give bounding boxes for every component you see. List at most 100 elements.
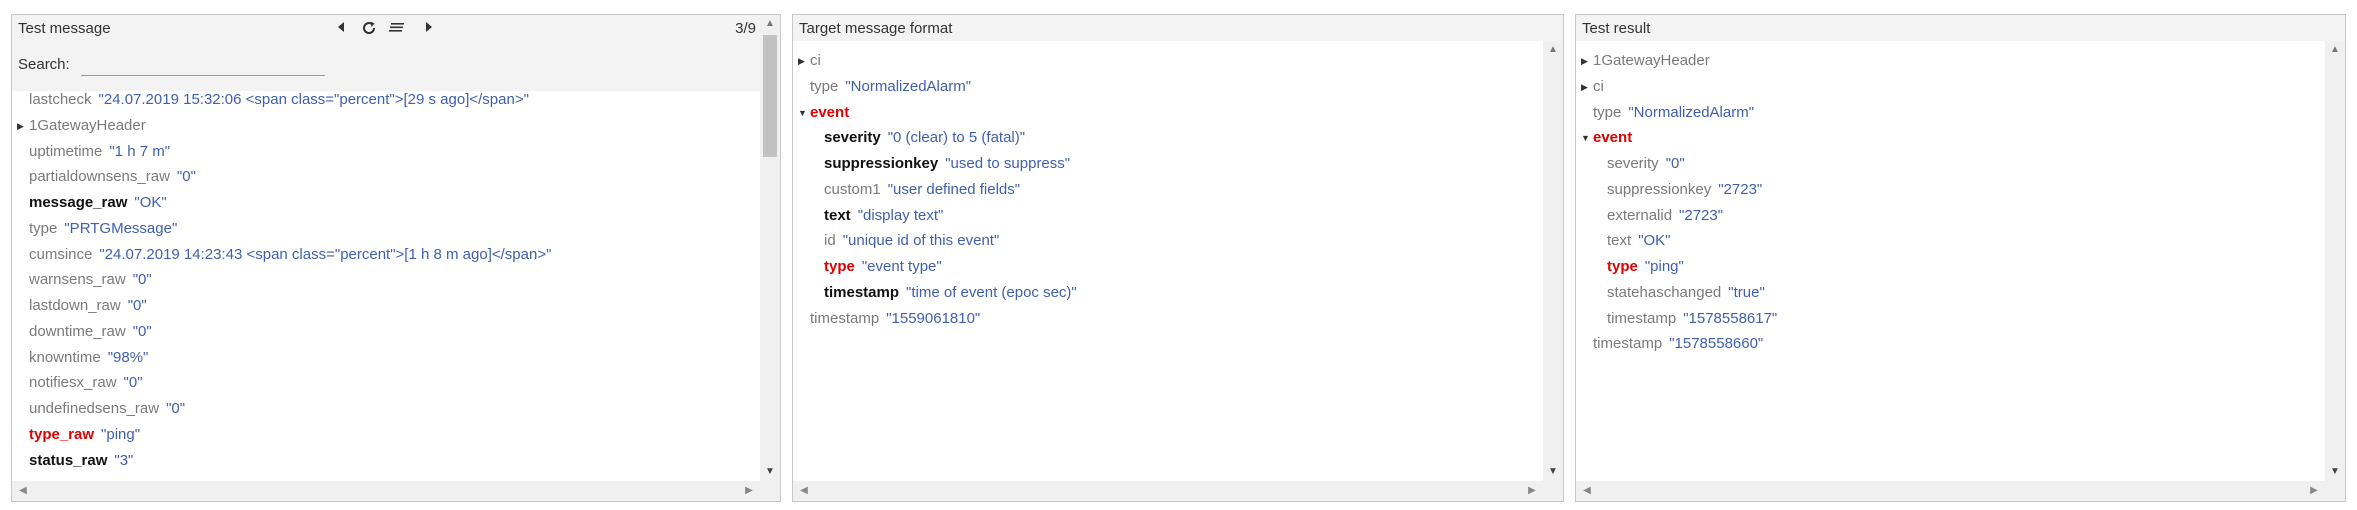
tree-row: partialdownsens_raw "0" xyxy=(29,165,196,189)
tree-row: uptimetime "1 h 7 m" xyxy=(29,140,170,164)
tree-value: "0" xyxy=(123,374,143,392)
tree-row[interactable]: ▼ event xyxy=(798,101,849,125)
tree-key: statehaschanged xyxy=(1607,283,1722,301)
horizontal-scrollbar[interactable]: ◀ ▶ xyxy=(12,481,760,501)
tree-row: type "NormalizedAlarm" xyxy=(810,75,971,99)
tree-key: type xyxy=(1593,103,1622,121)
tree-key: type xyxy=(810,77,839,95)
scroll-right-arrow[interactable]: ▶ xyxy=(740,481,758,501)
tree-row[interactable]: ▶ 1GatewayHeader xyxy=(17,114,146,138)
scroll-thumb[interactable] xyxy=(763,35,777,157)
tree-row: downtime_raw "0" xyxy=(29,320,152,344)
tree-value: "0" xyxy=(166,400,186,417)
tree-row: severity "0" xyxy=(1607,152,1685,176)
scroll-left-arrow[interactable]: ◀ xyxy=(795,481,813,501)
scroll-up-arrow[interactable]: ▲ xyxy=(760,15,780,33)
scroll-down-arrow[interactable]: ▼ xyxy=(760,463,780,481)
tree-key: type xyxy=(824,258,855,275)
tree-row[interactable]: ▶ ci xyxy=(1581,75,1604,99)
tree-value: "unique id of this event" xyxy=(842,232,1000,250)
scroll-left-arrow[interactable]: ◀ xyxy=(14,481,32,501)
scroll-up-arrow[interactable]: ▲ xyxy=(2325,41,2345,59)
result-tree: ▶ 1GatewayHeader ▶ ci type "NormalizedAlarm" ▼… xyxy=(1576,41,2325,481)
prev-icon[interactable] xyxy=(334,19,348,40)
message-tree: lastcheck "24.07.2019 15:32:06 <span clas… xyxy=(12,91,760,481)
scroll-corner xyxy=(760,481,780,501)
format-tree: ▶ ci type "NormalizedAlarm" ▼ event severity "0… xyxy=(793,41,1543,481)
tree-row: lastdown_raw "0" xyxy=(29,294,147,318)
tree-key: type xyxy=(29,219,58,237)
search-input[interactable] xyxy=(81,52,325,76)
scroll-right-arrow[interactable]: ▶ xyxy=(2305,481,2323,501)
tree-value: "3" xyxy=(114,451,134,469)
scroll-down-arrow[interactable]: ▼ xyxy=(2325,463,2345,481)
tree-value: "0" xyxy=(127,297,147,314)
tree-row: id "unique id of this event" xyxy=(824,229,999,253)
tree-value: "0" xyxy=(176,168,196,186)
tree-row: suppressionkey "used to suppress" xyxy=(824,152,1070,176)
horizontal-scrollbar[interactable]: ◀ ▶ xyxy=(793,481,1543,501)
format-icon[interactable] xyxy=(388,19,406,40)
tree-row: notifiesx_raw "0" xyxy=(29,371,143,395)
tree-row: message_raw "OK" xyxy=(29,191,167,215)
tree-value: "time of event (epoc sec)" xyxy=(906,283,1077,301)
tree-key: lastdown_raw xyxy=(29,297,121,314)
test-result-panel: Test result ▶ 1GatewayHeader ▶ ci type "Norma… xyxy=(1575,14,2346,502)
tree-row[interactable]: ▼ event xyxy=(1581,126,1632,150)
tree-key: lastcheck xyxy=(29,91,92,108)
tree-key: message_raw xyxy=(29,194,128,211)
tree-row: statehaschanged "true" xyxy=(1607,281,1765,305)
scroll-right-arrow[interactable]: ▶ xyxy=(1523,481,1541,501)
tree-key: cumsince xyxy=(29,245,93,263)
tree-value: "NormalizedAlarm" xyxy=(845,77,972,95)
tree-key: text xyxy=(1607,232,1632,250)
tree-row: externalid "2723" xyxy=(1607,204,1723,228)
tree-key: timestamp xyxy=(1607,309,1677,327)
panel-header: Test result xyxy=(1576,15,2345,41)
panel-title: Target message format xyxy=(799,20,953,37)
panel-title: Test message xyxy=(18,20,111,37)
scroll-left-arrow[interactable]: ◀ xyxy=(1578,481,1596,501)
tree-value: "event type" xyxy=(861,258,942,275)
tree-value: "1578558660" xyxy=(1669,335,1764,353)
tree-value: "OK" xyxy=(1638,232,1671,250)
tree-key: text xyxy=(824,206,851,224)
tree-key: id xyxy=(824,232,836,250)
vertical-scrollbar[interactable]: ▲ ▼ xyxy=(1543,41,1563,481)
horizontal-scrollbar[interactable]: ◀ ▶ xyxy=(1576,481,2325,501)
tree-row: suppressionkey "2723" xyxy=(1607,178,1762,202)
tree-row[interactable]: ▶ 1GatewayHeader xyxy=(1581,49,1710,73)
tree-row: lastcheck "24.07.2019 15:32:06 <span clas… xyxy=(29,91,529,112)
tree-key: undefinedsens_raw xyxy=(29,400,160,417)
scroll-up-arrow[interactable]: ▲ xyxy=(1543,41,1563,59)
tree-row: type "NormalizedAlarm" xyxy=(1593,101,1754,125)
expand-caret-icon[interactable]: ▶ xyxy=(17,114,27,138)
expand-caret-icon[interactable]: ▶ xyxy=(798,49,808,73)
tree-value: "ping" xyxy=(1644,258,1684,275)
tree-key: status_raw xyxy=(29,451,108,469)
tree-value: "98%" xyxy=(107,348,149,366)
vertical-scrollbar[interactable]: ▲ ▼ xyxy=(760,15,780,481)
tree-key: timestamp xyxy=(824,283,900,301)
tree-key: uptimetime xyxy=(29,142,103,160)
tree-key: downtime_raw xyxy=(29,322,126,340)
expand-caret-icon[interactable]: ▶ xyxy=(1581,75,1591,99)
message-counter: 3/9 xyxy=(735,20,756,37)
tree-row[interactable]: ▶ ci xyxy=(798,49,821,73)
tree-row: text "display text" xyxy=(824,204,943,228)
expand-caret-icon[interactable]: ▶ xyxy=(1581,49,1591,73)
search-label: Search: xyxy=(18,56,70,73)
refresh-icon[interactable] xyxy=(360,19,378,42)
tree-value: "1578558617" xyxy=(1683,309,1778,327)
collapse-caret-icon[interactable]: ▼ xyxy=(798,101,808,125)
tree-key: 1GatewayHeader xyxy=(29,116,146,134)
next-icon[interactable] xyxy=(422,19,436,40)
tree-value: "0" xyxy=(132,271,152,289)
tree-row: type_raw "ping" xyxy=(29,423,140,447)
vertical-scrollbar[interactable]: ▲ ▼ xyxy=(2325,41,2345,481)
tree-row: timestamp "1578558617" xyxy=(1607,307,1777,331)
scroll-down-arrow[interactable]: ▼ xyxy=(1543,463,1563,481)
tree-key: type_raw xyxy=(29,425,95,443)
target-format-panel: Target message format ▶ ci type "Normalized… xyxy=(792,14,1564,502)
collapse-caret-icon[interactable]: ▼ xyxy=(1581,126,1591,150)
